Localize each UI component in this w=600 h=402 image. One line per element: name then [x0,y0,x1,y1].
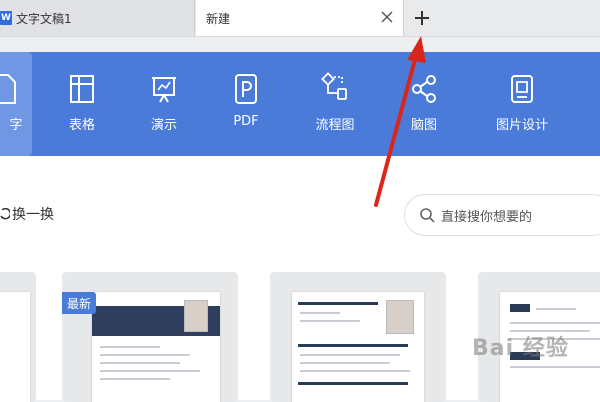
watermark-logo: Bai 经验 [472,336,569,361]
